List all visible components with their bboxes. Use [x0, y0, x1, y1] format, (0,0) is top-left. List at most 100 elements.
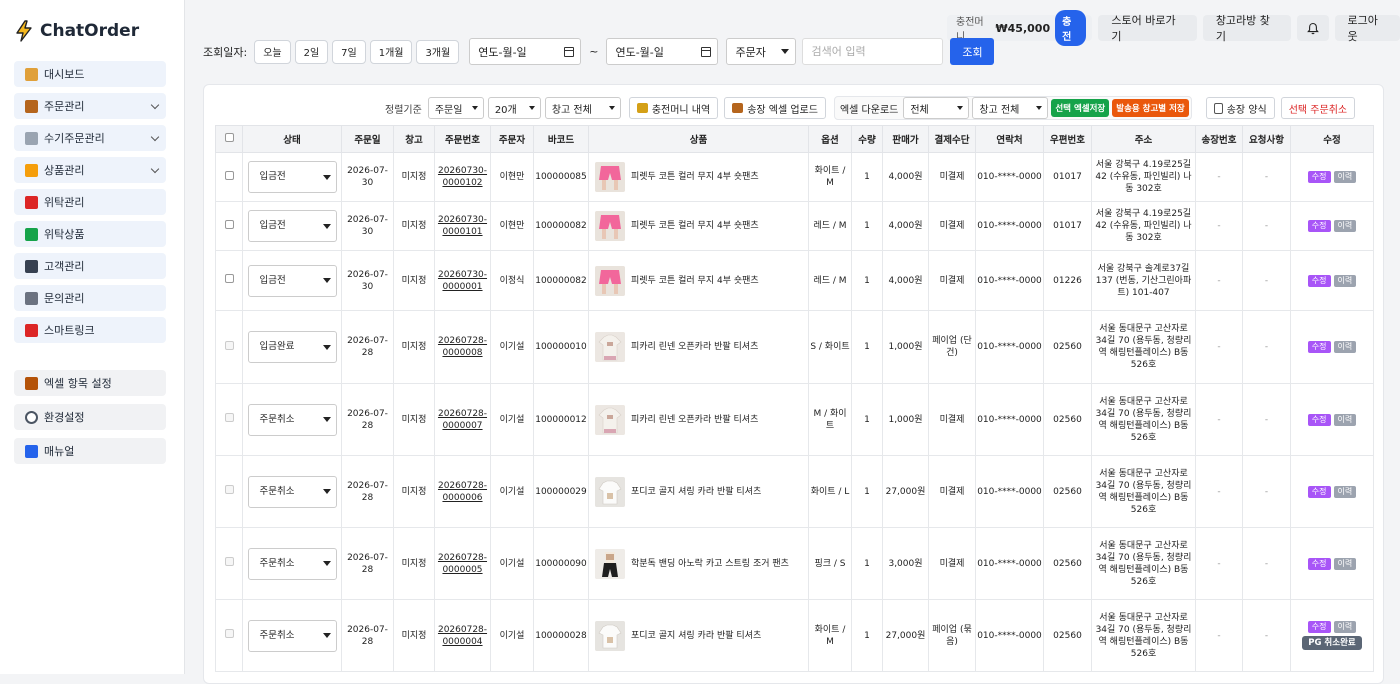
- status-select[interactable]: 주문취소: [247, 547, 337, 580]
- sidebar-item-2[interactable]: 수기주문관리: [14, 125, 166, 151]
- status-select[interactable]: 주문취소: [247, 475, 337, 508]
- column-header: 상태: [242, 125, 342, 153]
- history-button[interactable]: 이력: [1333, 413, 1357, 426]
- warehouse-filter-select[interactable]: 창고 전체: [544, 97, 621, 119]
- sort-select[interactable]: 주문일: [427, 97, 484, 119]
- edit-button[interactable]: 수정: [1307, 557, 1331, 570]
- invoice-number: -: [1195, 527, 1243, 600]
- invoice-upload-button[interactable]: 송장 엑셀 업로드: [724, 97, 826, 119]
- order-number-link[interactable]: 20260730-0000101: [438, 215, 487, 237]
- order-number-link[interactable]: 20260730-0000102: [438, 166, 487, 188]
- sidebar-item-4[interactable]: 위탁관리: [14, 189, 166, 215]
- product-thumbnail[interactable]: [595, 404, 625, 435]
- row-checkbox[interactable]: [224, 219, 234, 229]
- save-selected-excel-button[interactable]: 선택 엑셀저장: [1051, 99, 1110, 117]
- quick-1month-button[interactable]: 1개월: [369, 39, 413, 64]
- select-all-header[interactable]: [215, 125, 243, 153]
- search-field-select[interactable]: 주문자: [726, 38, 797, 65]
- history-button[interactable]: 이력: [1333, 220, 1357, 232]
- edit-button[interactable]: 수정: [1307, 413, 1331, 426]
- status-select[interactable]: 입금전: [247, 161, 337, 193]
- edit-button[interactable]: 수정: [1307, 274, 1331, 287]
- bar-chart-icon: [25, 67, 38, 81]
- store-link-button[interactable]: 스토어 바로가기: [1098, 14, 1197, 43]
- app-logo[interactable]: ChatOrder: [14, 20, 139, 42]
- row-checkbox[interactable]: [224, 170, 234, 180]
- excel-scope-select[interactable]: 전체: [903, 97, 970, 119]
- excel-warehouse-select[interactable]: 창고 전체: [972, 97, 1049, 119]
- sidebar-setting-1[interactable]: 환경설정: [14, 404, 166, 430]
- sidebar-setting-0[interactable]: 엑셀 항목 설정: [14, 370, 166, 396]
- product-info: 피렛두 코튼 컬러 무지 4부 숏팬츠: [590, 211, 807, 241]
- row-checkbox[interactable]: [224, 274, 234, 283]
- quick-7days-button[interactable]: 7일: [332, 39, 366, 64]
- invoice-form-button[interactable]: 송장 양식: [1205, 97, 1275, 119]
- barcode: 100000028: [533, 599, 589, 672]
- sidebar-item-7[interactable]: 문의관리: [14, 285, 166, 311]
- status-select[interactable]: 입금전: [247, 264, 337, 297]
- status-cell: 주문취소: [242, 383, 342, 456]
- charge-history-button[interactable]: 충전머니 내역: [628, 97, 719, 119]
- sidebar-settings-menu: 엑셀 항목 설정환경설정매뉴얼: [14, 370, 166, 472]
- history-button[interactable]: 이력: [1333, 274, 1357, 287]
- column-header: 연락처: [975, 125, 1044, 153]
- edit-button[interactable]: 수정: [1307, 341, 1331, 353]
- date-to-input[interactable]: 연도-월-일: [606, 38, 719, 65]
- date-from-input[interactable]: 연도-월-일: [469, 38, 582, 65]
- quick-2days-button[interactable]: 2일: [294, 39, 329, 64]
- page-size-select[interactable]: 20개: [487, 97, 541, 119]
- edit-button[interactable]: 수정: [1307, 220, 1331, 232]
- order-number-link[interactable]: 20260728-0000006: [438, 481, 487, 503]
- logout-button[interactable]: 로그아웃: [1334, 14, 1400, 43]
- table-row: 주문취소 2026-07-28 미지정 20260728-0000007 이기설…: [215, 383, 1374, 456]
- history-button[interactable]: 이력: [1333, 621, 1357, 633]
- price: 3,000원: [882, 527, 929, 600]
- order-number-link[interactable]: 20260728-0000005: [438, 553, 487, 575]
- product-thumbnail[interactable]: [595, 265, 625, 296]
- status-value: 입금전: [259, 274, 286, 286]
- status-select[interactable]: 주문취소: [247, 619, 337, 652]
- status-select[interactable]: 주문취소: [247, 403, 337, 436]
- row-select-cell: [215, 383, 243, 456]
- barcode: 100000012: [533, 383, 589, 456]
- table-row: 입금전 2026-07-30 미지정 20260730-0000001 이정식 …: [215, 250, 1374, 311]
- product-thumbnail[interactable]: [595, 332, 625, 362]
- order-number-link[interactable]: 20260728-0000007: [438, 409, 487, 431]
- notification-button[interactable]: [1297, 15, 1329, 41]
- search-input[interactable]: [802, 38, 944, 65]
- sidebar-item-1[interactable]: 주문관리: [14, 93, 166, 119]
- sidebar-item-8[interactable]: 스마트링크: [14, 317, 166, 343]
- sidebar-item-0[interactable]: 대시보드: [14, 61, 166, 87]
- select-all-checkbox[interactable]: [224, 133, 234, 142]
- sidebar-item-6[interactable]: 고객관리: [14, 253, 166, 279]
- sidebar-item-3[interactable]: 상품관리: [14, 157, 166, 183]
- sidebar-setting-2[interactable]: 매뉴얼: [14, 438, 166, 464]
- order-number-link[interactable]: 20260728-0000004: [438, 625, 487, 647]
- edit-button[interactable]: 수정: [1307, 171, 1331, 183]
- cancel-selected-orders-button[interactable]: 선택 주문취소: [1280, 97, 1356, 119]
- history-button[interactable]: 이력: [1333, 341, 1357, 353]
- history-button[interactable]: 이력: [1333, 485, 1357, 498]
- charge-button[interactable]: 충전: [1055, 10, 1087, 46]
- edit-button[interactable]: 수정: [1307, 621, 1331, 633]
- quick-3months-button[interactable]: 3개월: [416, 39, 460, 64]
- history-button[interactable]: 이력: [1333, 171, 1357, 183]
- request-note: -: [1242, 250, 1291, 311]
- product-thumbnail[interactable]: [595, 162, 625, 192]
- edit-button[interactable]: 수정: [1307, 485, 1331, 498]
- product-thumbnail[interactable]: [595, 211, 625, 241]
- save-by-warehouse-button[interactable]: 발송용 창고별 저장: [1112, 99, 1189, 117]
- product-thumbnail[interactable]: [595, 620, 625, 651]
- order-number-link[interactable]: 20260730-0000001: [438, 270, 487, 292]
- sidebar-item-5[interactable]: 위탁상품: [14, 221, 166, 247]
- search-button[interactable]: 조회: [950, 38, 995, 65]
- product-thumbnail[interactable]: [595, 476, 625, 507]
- quick-today-button[interactable]: 오늘: [254, 39, 291, 64]
- order-number-link[interactable]: 20260728-0000008: [438, 336, 487, 358]
- find-warehouse-button[interactable]: 창고라방 찾기: [1202, 14, 1292, 43]
- product-thumbnail[interactable]: [595, 548, 625, 579]
- status-select[interactable]: 입금전: [247, 210, 337, 242]
- history-button[interactable]: 이력: [1333, 557, 1357, 570]
- status-select[interactable]: 입금완료: [247, 331, 337, 363]
- column-header: 주문번호: [434, 125, 491, 153]
